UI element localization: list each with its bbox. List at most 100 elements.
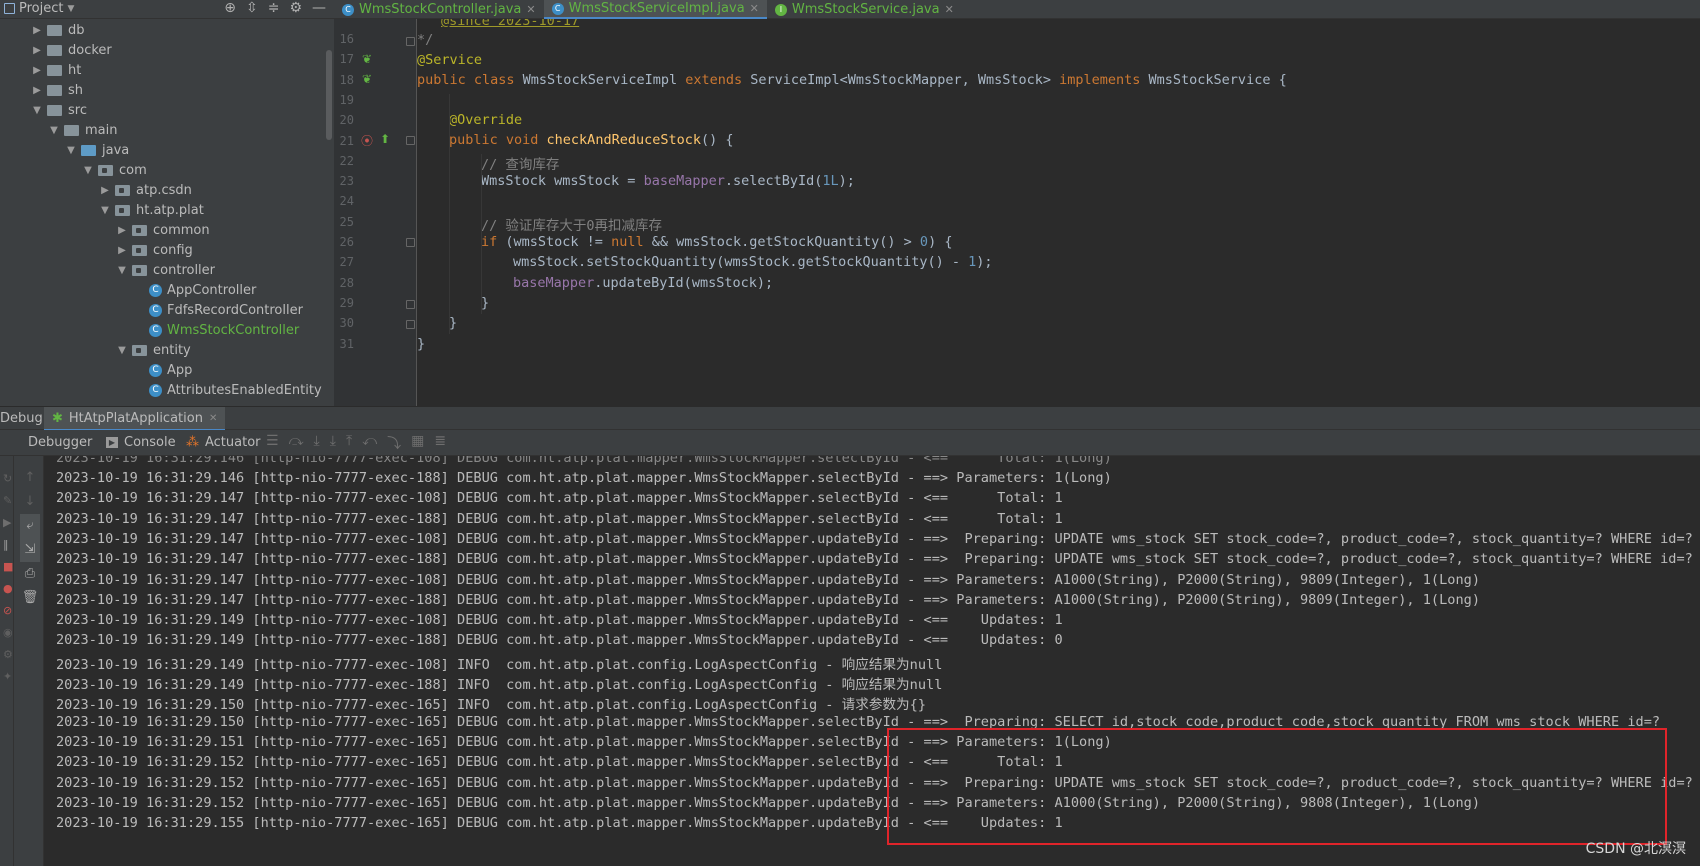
chevron-down-icon[interactable]: ▼ [116, 345, 128, 356]
settings-icon[interactable]: ✎ [3, 490, 13, 512]
bean-implement-icon[interactable]: ❦ [362, 72, 372, 86]
tree-item[interactable]: ▼ src [31, 100, 87, 120]
tree-item[interactable]: ▶ config [116, 240, 193, 260]
project-view-selector[interactable]: Project ▼ [4, 1, 74, 16]
layout-icon[interactable]: ☰ [266, 433, 279, 453]
folder-icon [47, 24, 62, 36]
locate-icon[interactable]: ⊕ [224, 0, 236, 16]
run-config-name: HtAtpPlatApplication [68, 410, 203, 426]
console-line: 2023-10-19 16:31:29.149 [http-nio-7777-e… [56, 632, 1063, 649]
chevron-right-icon[interactable]: ▶ [31, 45, 43, 56]
arrow-down-icon[interactable]: ↓ [20, 490, 40, 514]
print-icon[interactable]: ⎙ [20, 562, 40, 586]
tree-item[interactable]: ▼ java [65, 140, 129, 160]
chevron-down-icon[interactable]: ▼ [65, 145, 77, 156]
step-into-icon[interactable]: ⤓ [314, 433, 320, 453]
fold-marker-icon[interactable] [406, 136, 415, 145]
project-tree[interactable]: ▶ db ▶ docker ▶ ht ▶ sh ▼ src ▼ main ▼ java ▼ com ▶ atp.c… [0, 19, 334, 406]
mute-breakpoints-icon[interactable]: ⊘ [3, 600, 13, 622]
class-icon: C [149, 283, 162, 297]
close-icon[interactable]: ✕ [526, 3, 535, 16]
chevron-right-icon[interactable]: ▶ [31, 85, 43, 96]
editor-tab[interactable]: C WmsStockServiceImpl.java ✕ [543, 0, 767, 19]
tab-console[interactable]: ▶ Console [106, 435, 176, 450]
tree-item[interactable]: ▶ sh [31, 80, 83, 100]
code-line-23: WmsStock wmsStock = baseMapper.selectByI… [481, 173, 855, 189]
chevron-right-icon[interactable]: ▶ [31, 65, 43, 76]
drop-frame-icon[interactable]: ⤺ [362, 433, 377, 453]
stop-icon[interactable]: ■ [3, 556, 13, 578]
gear-icon[interactable]: ⚙ [289, 0, 302, 16]
tree-item[interactable]: ▶ common [116, 220, 209, 240]
expand-all-icon[interactable]: ⇳ [246, 0, 258, 16]
tree-item[interactable]: C WmsStockController [133, 320, 299, 340]
scroll-to-end-icon[interactable]: ⇲ [20, 538, 40, 562]
chevron-down-icon[interactable]: ▼ [99, 205, 111, 216]
camera-icon[interactable]: ◉ [3, 622, 13, 644]
tree-item-label: ht [68, 62, 82, 78]
package-icon [132, 244, 147, 256]
chevron-down-icon[interactable]: ▼ [116, 265, 128, 276]
collapse-all-icon[interactable]: ≑ [268, 0, 280, 16]
bean-icon[interactable]: ❦ [362, 52, 372, 66]
tab-debugger[interactable]: Debugger [28, 435, 92, 450]
console-action-icons: ↑ ↓ ⤶ ⇲ ⎙ 🗑 [20, 466, 40, 610]
tree-item-label: controller [153, 262, 216, 278]
tree-item[interactable]: C FdfsRecordController [133, 300, 303, 320]
pause-icon[interactable]: ‖ [3, 534, 13, 556]
tree-item[interactable]: C AppController [133, 280, 256, 300]
fold-marker-icon[interactable] [406, 320, 415, 329]
code-editor[interactable]: @since 2023-10-17 */ @Service public cla… [417, 19, 1700, 406]
rerun-icon[interactable]: ↻ [3, 468, 13, 490]
trash-icon[interactable]: 🗑 [20, 586, 40, 610]
fold-marker-icon[interactable] [406, 300, 415, 309]
editor-tab[interactable]: I WmsStockService.java ✕ [767, 0, 962, 19]
close-icon[interactable]: ✕ [750, 2, 759, 15]
step-out-icon[interactable]: ⤒ [346, 433, 352, 453]
chevron-down-icon[interactable]: ▼ [82, 165, 94, 176]
chevron-down-icon[interactable]: ▼ [31, 105, 43, 116]
soft-wrap-icon[interactable]: ⤶ [20, 514, 40, 538]
pin-icon[interactable]: ✦ [3, 666, 13, 688]
run-to-cursor-icon[interactable]: ⤵ [387, 433, 401, 453]
view-breakpoints-icon[interactable]: ● [3, 578, 13, 600]
fold-marker-icon[interactable] [406, 37, 415, 46]
close-icon[interactable]: ✕ [209, 413, 217, 424]
tree-item[interactable]: ▼ controller [116, 260, 215, 280]
chevron-down-icon[interactable]: ▼ [48, 125, 60, 136]
tree-item[interactable]: C AttributesEnabledEntity [133, 380, 322, 400]
class-icon: C [149, 363, 162, 377]
chevron-right-icon[interactable]: ▶ [116, 245, 128, 256]
evaluate-icon[interactable]: ▦ [411, 433, 424, 453]
chevron-right-icon[interactable]: ▶ [31, 25, 43, 36]
tree-item[interactable]: ▶ docker [31, 40, 112, 60]
breakpoint-icon[interactable]: ⦿ [361, 132, 373, 149]
override-up-icon[interactable]: ⬆ [380, 132, 390, 146]
tree-item[interactable]: ▼ main [48, 120, 117, 140]
trace-icon[interactable]: ≣ [434, 433, 446, 453]
fold-marker-icon[interactable] [406, 238, 415, 247]
tree-item[interactable]: ▼ ht.atp.plat [99, 200, 204, 220]
arrow-up-icon[interactable]: ↑ [20, 466, 40, 490]
tree-item[interactable]: ▼ entity [116, 340, 191, 360]
tree-item[interactable]: ▶ ht [31, 60, 81, 80]
tree-item[interactable]: ▶ db [31, 20, 84, 40]
chevron-right-icon[interactable]: ▶ [99, 185, 111, 196]
gear-icon[interactable]: ⚙ [3, 644, 13, 666]
code-line-27: wmsStock.setStockQuantity(wmsStock.getSt… [513, 254, 993, 270]
tree-scrollbar[interactable] [326, 50, 332, 140]
tree-item[interactable]: ▼ com [82, 160, 147, 180]
chevron-right-icon[interactable]: ▶ [116, 225, 128, 236]
tree-item-label: src [68, 102, 87, 118]
editor-tab[interactable]: C WmsStockController.java ✕ [334, 0, 544, 19]
resume-icon[interactable]: ▶ [3, 512, 13, 534]
close-icon[interactable]: ✕ [945, 3, 954, 16]
line-number: 26 [339, 235, 354, 249]
step-over-icon[interactable]: ⤼ [289, 433, 304, 453]
minimize-icon[interactable]: — [312, 0, 326, 16]
run-config-tab[interactable]: ✱ HtAtpPlatApplication ✕ [44, 407, 226, 431]
tree-item[interactable]: C App [133, 360, 192, 380]
tab-actuator[interactable]: ⁂ Actuator [186, 435, 261, 450]
tree-item[interactable]: ▶ atp.csdn [99, 180, 192, 200]
force-step-into-icon[interactable]: ⤓ [330, 433, 336, 453]
